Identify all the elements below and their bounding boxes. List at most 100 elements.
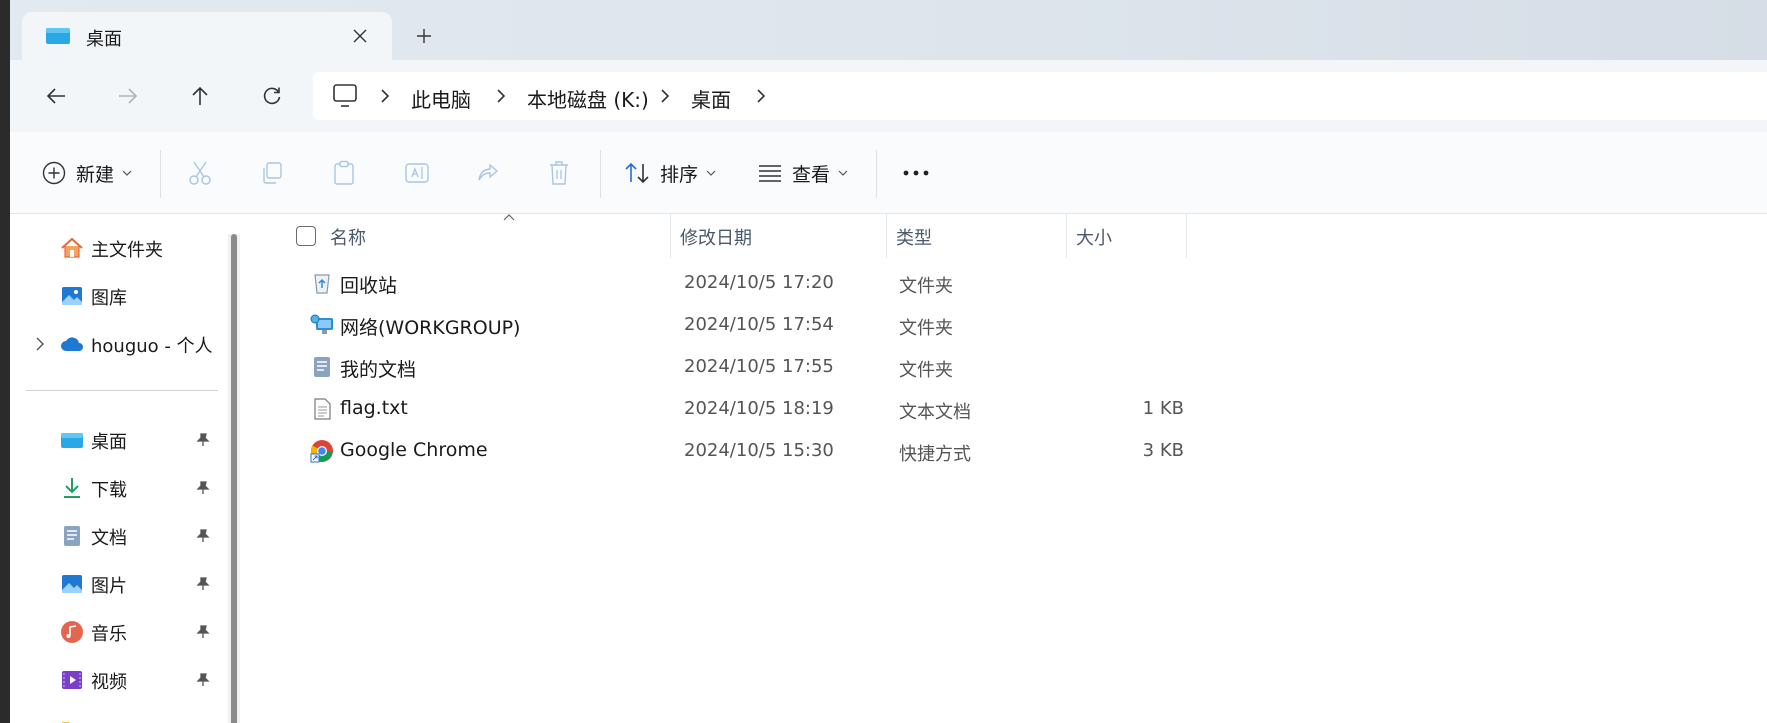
rename-button[interactable]: [404, 152, 430, 194]
chevron-down-icon: [122, 170, 132, 176]
scissors-icon: [189, 161, 211, 185]
sidebar-item-gallery[interactable]: 图库: [10, 276, 230, 316]
arrow-left-icon: [46, 88, 65, 104]
trash-icon: [550, 161, 568, 185]
column-date[interactable]: 修改日期: [680, 224, 752, 250]
address-bar[interactable]: 此电脑 本地磁盘 (K:) 桌面: [313, 72, 1767, 120]
gallery-icon: [62, 287, 82, 305]
more-options-button[interactable]: [902, 152, 930, 194]
sidebar-item-downloads[interactable]: 下载: [10, 468, 230, 508]
sidebar-item-label: 桌面: [91, 432, 127, 453]
forward-button[interactable]: [106, 74, 150, 118]
up-button[interactable]: [178, 74, 222, 118]
copy-icon: [263, 162, 282, 184]
sidebar-item-label: houguo - 个人: [91, 336, 213, 357]
file-row[interactable]: 我的文档 2024/10/5 17:55 文件夹: [266, 346, 1366, 388]
chevron-down-icon: [838, 170, 848, 176]
new-tab-button[interactable]: [404, 16, 444, 56]
file-date: 2024/10/5 17:54: [684, 314, 834, 335]
new-button[interactable]: 新建: [42, 152, 132, 194]
file-row[interactable]: flag.txt 2024/10/5 18:19 文本文档 1 KB: [266, 388, 1366, 430]
toolbar-divider: [160, 150, 161, 198]
close-icon: [353, 29, 367, 43]
close-tab-button[interactable]: [344, 20, 376, 52]
cut-button[interactable]: [188, 152, 212, 194]
sidebar-item-music[interactable]: 音乐: [10, 612, 230, 652]
arrow-right-icon: [119, 88, 138, 104]
paste-button[interactable]: [332, 152, 356, 194]
file-row[interactable]: 网络(WORKGROUP) 2024/10/5 17:54 文件夹: [266, 304, 1366, 346]
file-type: 文件夹: [899, 360, 953, 381]
tab-title: 桌面: [86, 29, 122, 50]
refresh-button[interactable]: [250, 74, 294, 118]
sidebar-item-videos[interactable]: 视频: [10, 660, 230, 700]
column-size[interactable]: 大小: [1076, 224, 1112, 250]
column-type[interactable]: 类型: [896, 224, 932, 250]
sidebar-item-documents[interactable]: 文档: [10, 516, 230, 556]
file-name: 回收站: [340, 275, 398, 297]
navigation-pane: 主文件夹 图库 houguo - 个人 桌面 下载 文档 图片 音乐 视频: [10, 214, 246, 723]
view-button[interactable]: 查看: [758, 152, 848, 194]
file-list: 名称 修改日期 类型 大小 回收站 2024/10/5 17:20 文件夹 网络…: [246, 214, 1767, 723]
sidebar-item-home[interactable]: 主文件夹: [10, 228, 230, 268]
onedrive-icon: [61, 337, 83, 351]
breadcrumb-desktop[interactable]: 桌面: [691, 84, 731, 113]
column-divider[interactable]: [1066, 214, 1067, 258]
pictures-icon: [62, 575, 82, 593]
chevron-right-icon[interactable]: [655, 86, 675, 106]
column-divider[interactable]: [1186, 214, 1187, 258]
file-row[interactable]: 回收站 2024/10/5 17:20 文件夹: [266, 262, 1366, 304]
pin-icon[interactable]: [196, 433, 210, 447]
column-divider[interactable]: [886, 214, 887, 258]
breadcrumb-local-disk[interactable]: 本地磁盘 (K:): [527, 84, 649, 113]
scrollbar-thumb[interactable]: [231, 234, 237, 723]
delete-button[interactable]: [548, 152, 570, 194]
copy-button[interactable]: [260, 152, 284, 194]
refresh-icon: [263, 87, 281, 105]
rename-icon: [405, 163, 429, 183]
chevron-right-icon[interactable]: [491, 86, 511, 106]
chevron-right-icon[interactable]: [32, 336, 48, 352]
pin-icon[interactable]: [196, 625, 210, 639]
file-date: 2024/10/5 15:30: [684, 440, 834, 461]
sort-ascending-icon: [503, 214, 515, 221]
file-row[interactable]: Google Chrome 2024/10/5 15:30 快捷方式 3 KB: [266, 430, 1366, 472]
share-icon: [478, 163, 499, 181]
file-date: 2024/10/5 17:55: [684, 356, 834, 377]
more-icon: [903, 170, 929, 176]
file-name: 网络(WORKGROUP): [340, 317, 521, 339]
sidebar-item-desktop[interactable]: 桌面: [10, 420, 230, 460]
sidebar-item-onedrive[interactable]: houguo - 个人: [10, 324, 230, 364]
chrome-shortcut-icon: [310, 440, 333, 463]
chevron-right-icon[interactable]: [751, 86, 771, 106]
sidebar-item-partial[interactable]: [10, 708, 230, 723]
folder-icon: [62, 722, 70, 723]
column-name[interactable]: 名称: [330, 224, 366, 250]
pin-icon[interactable]: [196, 529, 210, 543]
tab-desktop[interactable]: 桌面: [22, 12, 392, 60]
music-icon: [61, 621, 83, 643]
breadcrumb-this-pc[interactable]: 此电脑: [411, 84, 471, 113]
sidebar-item-label: 主文件夹: [91, 240, 163, 261]
select-all-checkbox[interactable]: [296, 226, 316, 246]
download-icon: [64, 478, 80, 498]
file-type: 快捷方式: [899, 444, 971, 465]
view-label: 查看: [792, 163, 831, 186]
arrow-up-icon: [192, 86, 208, 105]
file-date: 2024/10/5 17:20: [684, 272, 834, 293]
back-button[interactable]: [34, 74, 78, 118]
new-label: 新建: [76, 163, 115, 186]
tab-strip: 桌面: [10, 0, 1767, 60]
pin-icon[interactable]: [196, 673, 210, 687]
share-button[interactable]: [476, 152, 500, 194]
column-divider[interactable]: [670, 214, 671, 258]
file-name: flag.txt: [340, 397, 408, 419]
pin-icon[interactable]: [196, 577, 210, 591]
toolbar-divider: [600, 150, 601, 198]
sort-button[interactable]: 排序: [624, 152, 716, 194]
sidebar-item-pictures[interactable]: 图片: [10, 564, 230, 604]
pin-icon[interactable]: [196, 481, 210, 495]
command-bar: 新建 排序 查看: [10, 132, 1767, 214]
sidebar-scrollbar[interactable]: [228, 234, 240, 723]
chevron-right-icon[interactable]: [375, 86, 395, 106]
